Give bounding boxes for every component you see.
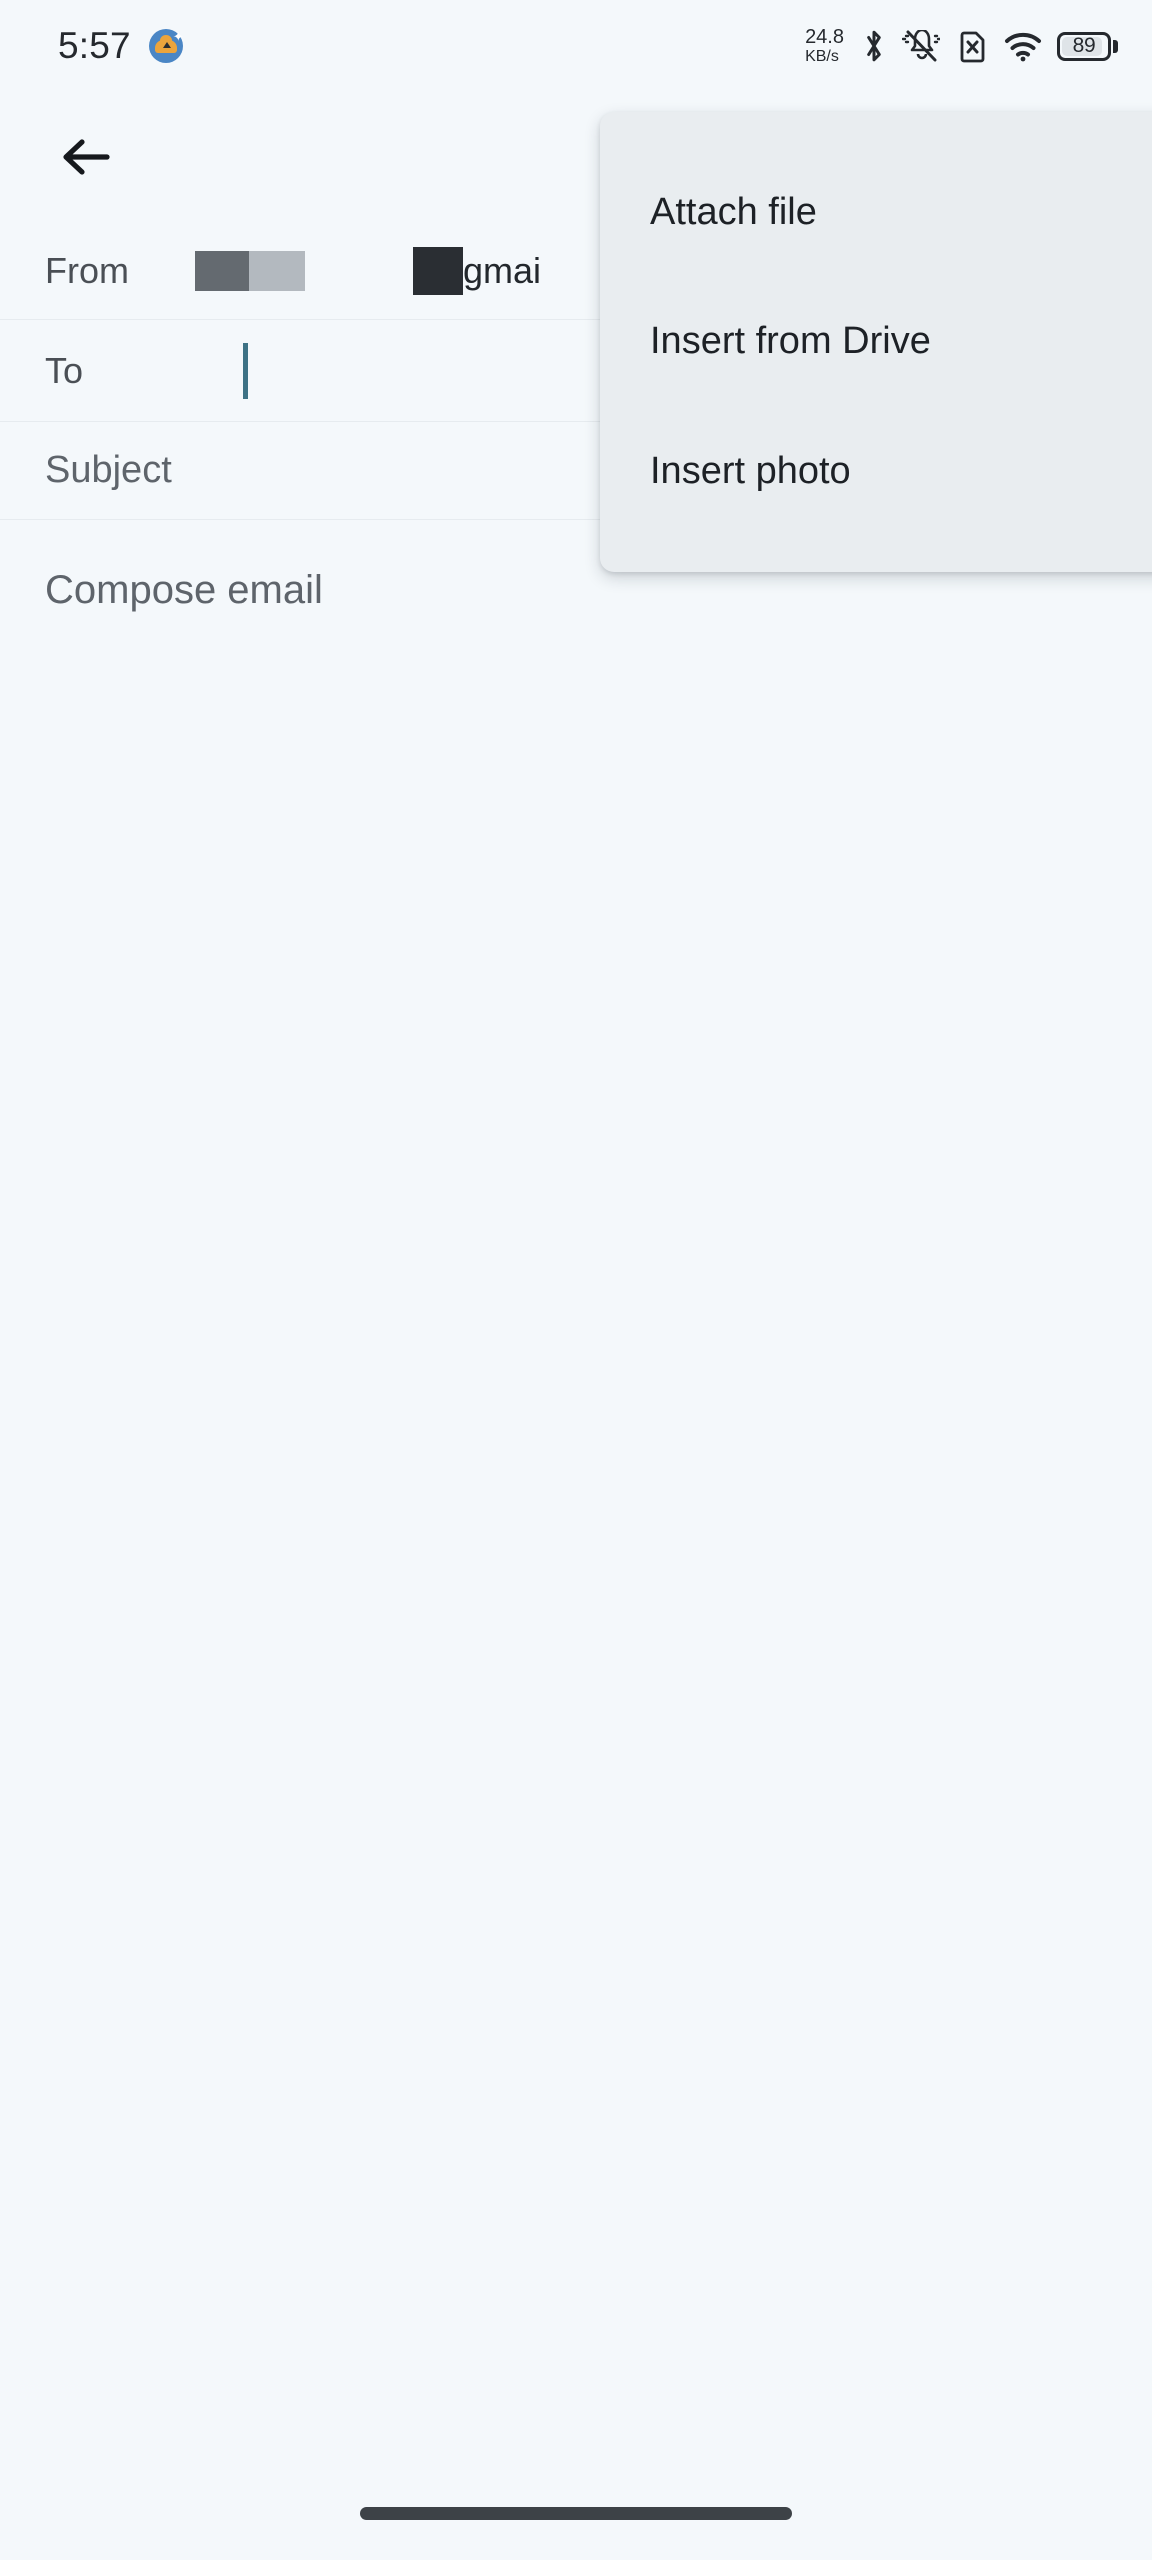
status-bar-right: 24.8 KB/s 89 (805, 27, 1118, 65)
status-bar-left: 5:57 ✦ (58, 25, 184, 67)
back-button[interactable] (45, 116, 127, 198)
bluetooth-icon (861, 29, 887, 63)
status-bar: 5:57 ✦ 24.8 KB/s 89 (0, 0, 1152, 92)
clock: 5:57 (58, 25, 131, 66)
to-label: To (45, 349, 84, 391)
menu-item-insert-photo[interactable]: Insert photo (600, 407, 1152, 536)
attachment-popup-menu: Attach file Insert from Drive Insert pho… (600, 112, 1152, 572)
phone-screen: 5:57 ✦ 24.8 KB/s 89 From gmai To Subject… (0, 0, 1152, 2560)
network-speed-unit: KB/s (805, 48, 839, 65)
to-input[interactable] (195, 342, 248, 399)
redacted-block (249, 250, 305, 291)
vibrate-off-icon (902, 30, 940, 62)
redacted-block (413, 246, 463, 295)
home-indicator[interactable] (360, 2507, 792, 2520)
from-value: gmai (195, 246, 542, 295)
wifi-icon (1004, 30, 1042, 62)
network-speed-value: 24.8 (805, 26, 844, 48)
from-domain-fragment: gmai (463, 249, 542, 291)
menu-item-insert-from-drive[interactable]: Insert from Drive (600, 277, 1152, 406)
battery-indicator: 89 (1057, 31, 1118, 61)
compose-body-placeholder[interactable]: Compose email (45, 568, 323, 612)
text-cursor (243, 342, 248, 399)
subject-input-placeholder[interactable]: Subject (45, 449, 172, 492)
cloud-upload-icon: ✦ (148, 29, 184, 63)
no-sim-icon (955, 29, 989, 63)
back-arrow-icon (63, 139, 110, 175)
from-label: From (45, 249, 129, 291)
network-speed-indicator: 24.8 KB/s (805, 27, 844, 65)
battery-percent: 89 (1072, 34, 1096, 57)
redacted-block (195, 250, 249, 291)
menu-item-attach-file[interactable]: Attach file (600, 148, 1152, 277)
